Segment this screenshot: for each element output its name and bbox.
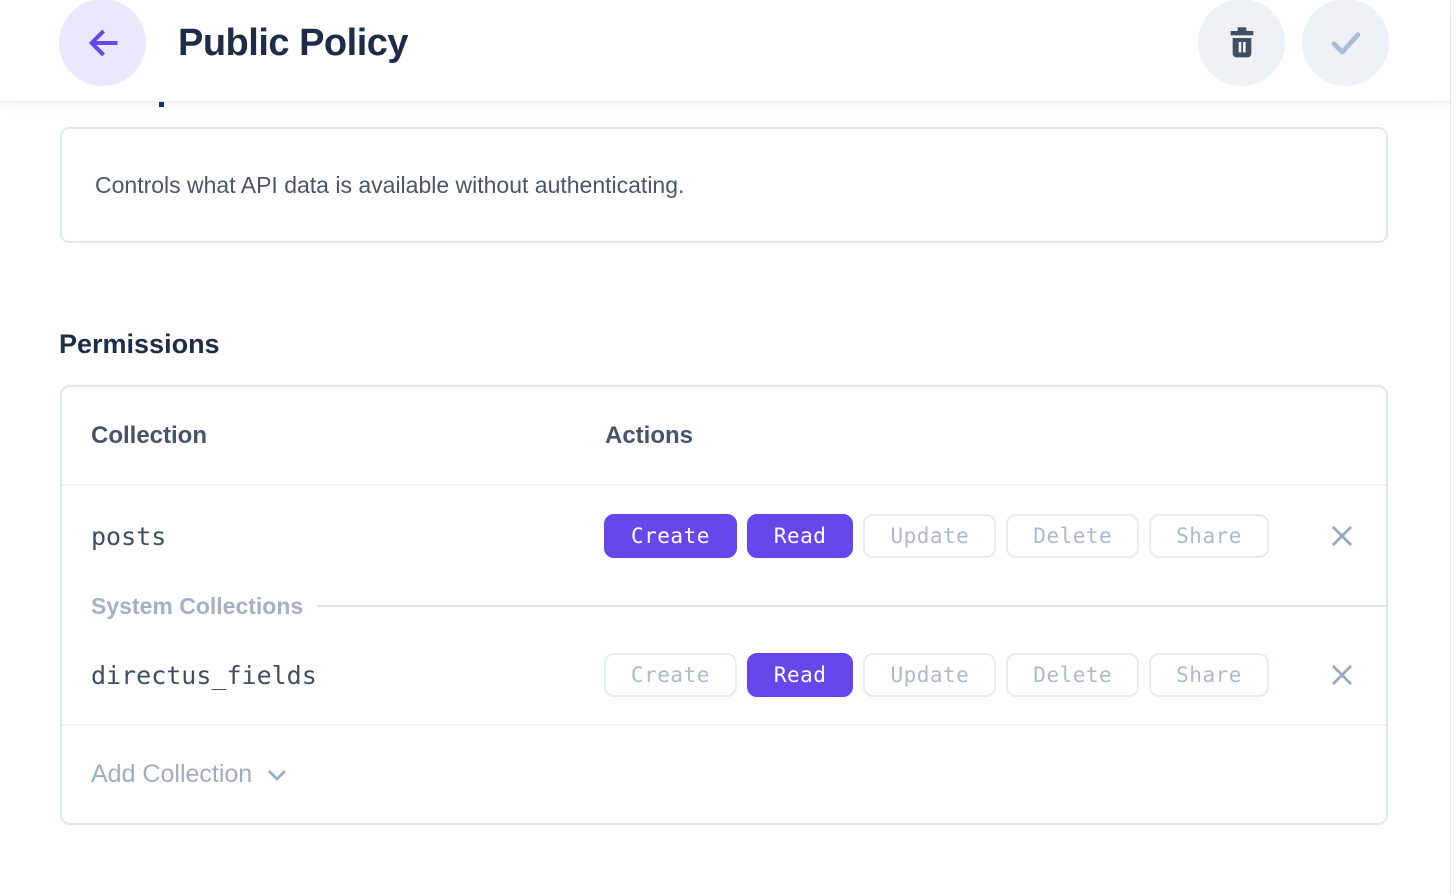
- check-icon: [1324, 21, 1368, 65]
- trash-icon: [1222, 23, 1262, 63]
- action-toggles: Create Read Update Delete Share: [604, 626, 1269, 724]
- permission-row-posts: posts Create Read Update Delete Share: [62, 486, 1386, 586]
- permissions-heading: Permissions: [59, 329, 220, 360]
- description-field[interactable]: Controls what API data is available with…: [60, 127, 1388, 243]
- delete-policy-button[interactable]: [1198, 0, 1285, 86]
- x-icon: [1328, 522, 1356, 550]
- action-toggle-update[interactable]: Update: [863, 653, 996, 697]
- back-button[interactable]: [59, 0, 146, 86]
- scrollbar-track-divider: [1450, 0, 1451, 894]
- action-toggle-delete[interactable]: Delete: [1006, 514, 1139, 558]
- remove-row-button[interactable]: [1325, 658, 1359, 692]
- action-toggle-read[interactable]: Read: [747, 514, 854, 558]
- add-collection-button[interactable]: Add Collection: [91, 760, 289, 789]
- permissions-table-footer: Add Collection: [62, 726, 1386, 823]
- chevron-down-icon: [265, 763, 289, 787]
- collection-name: posts: [62, 522, 166, 551]
- description-field-value: Controls what API data is available with…: [95, 172, 684, 199]
- action-toggles: Create Read Update Delete Share: [604, 486, 1269, 586]
- arrow-left-icon: [83, 23, 123, 63]
- action-toggle-create[interactable]: Create: [604, 653, 737, 697]
- page-title: Public Policy: [178, 0, 408, 86]
- action-toggle-delete[interactable]: Delete: [1006, 653, 1139, 697]
- app-header: Public Policy: [0, 0, 1450, 102]
- action-toggle-read[interactable]: Read: [747, 653, 854, 697]
- action-toggle-share[interactable]: Share: [1149, 653, 1269, 697]
- column-header-actions: Actions: [605, 422, 693, 450]
- remove-row-button[interactable]: [1325, 519, 1359, 553]
- clipped-field-label-fragment: [159, 102, 164, 107]
- system-collections-divider: System Collections: [62, 586, 1386, 626]
- action-toggle-share[interactable]: Share: [1149, 514, 1269, 558]
- add-collection-label: Add Collection: [91, 760, 252, 789]
- policy-detail-screen: Public Policy Controls what API data is …: [0, 0, 1456, 894]
- save-button[interactable]: [1302, 0, 1389, 86]
- permissions-table: Collection Actions posts Create Read Upd…: [60, 385, 1388, 825]
- permission-row-directus-fields: directus_fields Create Read Update Delet…: [62, 626, 1386, 726]
- divider-rule: [317, 605, 1386, 607]
- action-toggle-create[interactable]: Create: [604, 514, 737, 558]
- permissions-table-header: Collection Actions: [62, 387, 1386, 486]
- column-header-collection: Collection: [62, 422, 207, 450]
- system-collections-label: System Collections: [62, 593, 303, 620]
- action-toggle-update[interactable]: Update: [863, 514, 996, 558]
- x-icon: [1328, 661, 1356, 689]
- collection-name: directus_fields: [62, 661, 317, 690]
